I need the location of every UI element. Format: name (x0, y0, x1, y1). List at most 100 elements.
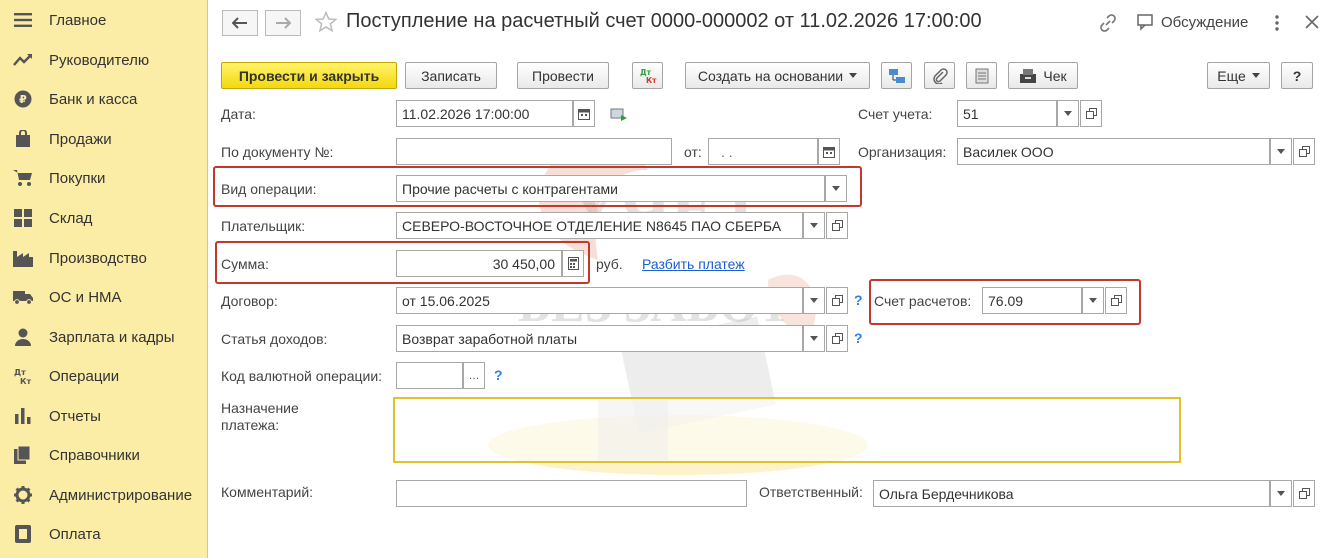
chevron-down-icon (832, 186, 840, 191)
sidebar-item-production[interactable]: Производство (0, 239, 207, 277)
sidebar-item-salary[interactable]: Зарплата и кадры (0, 318, 207, 356)
contract-field[interactable]: от 15.06.2025 (396, 287, 803, 314)
dt-kt-icon: ДтКт (13, 366, 33, 386)
forward-button[interactable] (265, 10, 301, 36)
operation-type-field[interactable]: Прочие расчеты с контрагентами (396, 175, 825, 202)
sum-label: Сумма: (221, 256, 269, 272)
help-button[interactable]: ? (1281, 62, 1313, 89)
structure-button[interactable] (881, 62, 912, 89)
cart-icon (13, 168, 33, 188)
more-vertical-icon[interactable] (1273, 13, 1281, 36)
sidebar-item-purchases[interactable]: Покупки (0, 159, 207, 197)
post-and-close-button[interactable]: Провести и закрыть (221, 62, 397, 89)
chevron-down-icon (810, 223, 818, 228)
split-payment-link[interactable]: Разбить платеж (642, 256, 745, 272)
payment-purpose-textarea[interactable] (393, 397, 1181, 463)
operation-type-dropdown-button[interactable] (825, 175, 847, 202)
chevron-down-icon (1089, 298, 1097, 303)
sidebar-item-bank[interactable]: ₽ Банк и касса (0, 80, 207, 118)
discussion-button[interactable]: Обсуждение (1137, 13, 1248, 31)
more-button[interactable]: Еще (1207, 62, 1270, 89)
chevron-down-icon (1277, 491, 1285, 496)
sidebar-item-warehouse[interactable]: Склад (0, 199, 207, 237)
from-date-calendar-button[interactable] (818, 138, 840, 165)
responsible-label: Ответственный: (759, 484, 863, 500)
sidebar-item-sales[interactable]: Продажи (0, 120, 207, 158)
save-button[interactable]: Записать (405, 62, 497, 89)
document-icon (975, 68, 988, 83)
check-button[interactable]: Чек (1008, 62, 1078, 89)
truck-icon (13, 287, 33, 307)
sidebar-item-references[interactable]: Справочники (0, 436, 207, 474)
account-field[interactable]: 51 (957, 100, 1057, 127)
income-item-open-button[interactable] (826, 325, 848, 352)
responsible-open-button[interactable] (1293, 480, 1315, 507)
back-button[interactable] (222, 10, 258, 36)
create-based-on-label: Создать на основании (697, 67, 844, 84)
organization-field[interactable]: Василек ООО (957, 138, 1270, 165)
account-dropdown-button[interactable] (1057, 100, 1079, 127)
attach-button[interactable] (924, 62, 955, 89)
sidebar-item-main[interactable]: Главное (0, 1, 207, 39)
arrow-left-icon (232, 17, 247, 29)
responsible-field[interactable]: Ольга Бердечникова (873, 480, 1270, 507)
sidebar-item-label: Администрирование (49, 486, 193, 504)
person-icon (13, 327, 33, 347)
income-item-field[interactable]: Возврат заработной платы (396, 325, 803, 352)
post-button[interactable]: Провести (517, 62, 609, 89)
more-label: Еще (1217, 67, 1246, 84)
sidebar-item-label: Руководителю (49, 51, 150, 69)
sum-field[interactable]: 30 450,00 (396, 250, 562, 277)
settlement-account-field[interactable]: 76.09 (982, 287, 1082, 314)
chevron-down-icon (810, 298, 818, 303)
currency-operation-help-icon[interactable]: ? (494, 367, 503, 383)
organization-open-button[interactable] (1293, 138, 1315, 165)
favorite-star-icon[interactable] (314, 10, 338, 36)
date-field[interactable]: 11.02.2026 17:00:00 (396, 100, 573, 127)
sidebar-item-payment[interactable]: Оплата (0, 515, 207, 553)
income-item-help-icon[interactable]: ? (854, 330, 863, 346)
account-open-button[interactable] (1080, 100, 1102, 127)
report-button[interactable] (966, 62, 997, 89)
sidebar-item-assets[interactable]: ОС и НМА (0, 278, 207, 316)
from-date-field[interactable]: . . (708, 138, 818, 165)
doc-number-label: По документу №: (221, 144, 334, 160)
contract-help-icon[interactable]: ? (854, 292, 863, 308)
payer-dropdown-button[interactable] (803, 212, 825, 239)
settlement-account-open-button[interactable] (1105, 287, 1127, 314)
contract-open-button[interactable] (826, 287, 848, 314)
sidebar-item-label: Производство (49, 249, 147, 267)
sidebar-item-label: Зарплата и кадры (49, 328, 175, 346)
organization-dropdown-button[interactable] (1270, 138, 1292, 165)
date-history-icon[interactable] (610, 106, 628, 125)
calendar-icon (578, 108, 590, 120)
bar-chart-icon (13, 406, 33, 426)
currency-operation-field[interactable] (396, 362, 463, 389)
gear-icon (13, 485, 33, 505)
sidebar-item-reports[interactable]: Отчеты (0, 397, 207, 435)
currency-operation-select-button[interactable]: … (463, 362, 485, 389)
dt-kt-button[interactable]: Дт Кт (632, 62, 663, 89)
payer-field[interactable]: СЕВЕРО-ВОСТОЧНОЕ ОТДЕЛЕНИЕ N8645 ПАО СБЕ… (396, 212, 803, 239)
close-icon[interactable] (1305, 15, 1319, 32)
responsible-dropdown-button[interactable] (1270, 480, 1292, 507)
sidebar-item-operations[interactable]: Дт Кт Операции (0, 357, 207, 395)
doc-number-field[interactable] (396, 138, 672, 165)
chevron-down-icon (1277, 149, 1285, 154)
create-based-on-button[interactable]: Создать на основании (685, 62, 870, 89)
trend-icon (13, 50, 33, 70)
income-item-dropdown-button[interactable] (803, 325, 825, 352)
settlement-account-dropdown-button[interactable] (1082, 287, 1104, 314)
structure-icon (888, 68, 905, 83)
sidebar-item-label: Продажи (49, 130, 112, 148)
sidebar-item-manager[interactable]: Руководителю (0, 41, 207, 79)
calculator-button[interactable] (562, 250, 584, 277)
contract-dropdown-button[interactable] (803, 287, 825, 314)
payment-icon (13, 524, 33, 544)
sidebar-item-admin[interactable]: Администрирование (0, 476, 207, 514)
date-calendar-button[interactable] (573, 100, 595, 127)
link-icon[interactable] (1098, 13, 1118, 36)
comment-field[interactable] (396, 480, 747, 507)
currency-operation-label: Код валютной операции: (221, 368, 383, 384)
payer-open-button[interactable] (826, 212, 848, 239)
